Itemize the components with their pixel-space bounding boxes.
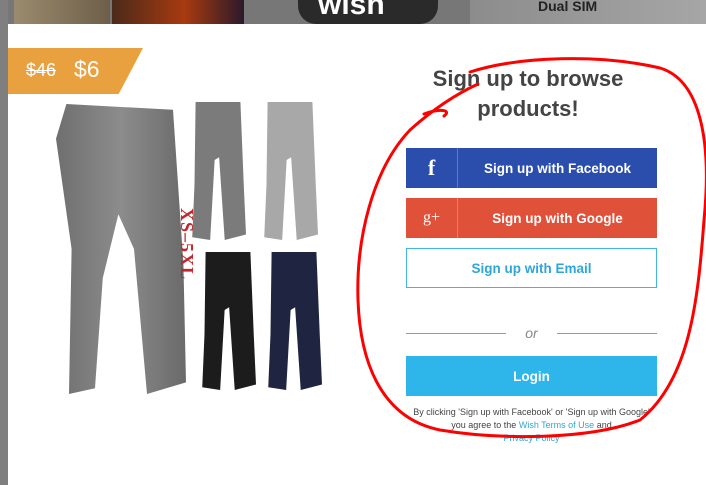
background-banner-wish: wish [298,0,438,24]
pants-light-gray [264,102,318,240]
pants-gray-large [56,104,186,394]
new-price: $6 [74,56,100,82]
signup-panel: Sign up to browse products! f Sign up wi… [398,64,658,443]
signup-google-label: Sign up with Google [492,210,623,226]
privacy-policy-link[interactable]: Privacy Policy [503,433,559,443]
price-tag: $46 $6 [8,48,143,94]
size-range-label: XS–5XL [177,208,197,281]
background-banner-text: Dual SIM [538,0,598,14]
background-page: wish Dual SIM [0,0,706,24]
login-label: Login [513,368,550,384]
old-price: $46 [26,60,57,80]
signup-facebook-label: Sign up with Facebook [483,160,631,176]
signup-email-button[interactable]: Sign up with Email [406,248,657,288]
background-product-image [112,0,244,24]
product-image: XS–5XL [50,98,350,428]
pants-navy [268,252,322,390]
login-button[interactable]: Login [406,356,657,396]
signup-facebook-button[interactable]: f Sign up with Facebook [406,148,657,188]
terms-text: By clicking 'Sign up with Facebook' or '… [413,407,650,443]
pants-black [202,252,256,390]
facebook-icon: f [406,148,458,188]
signup-modal: $46 $6 XS–5XL Sign up to browse products… [8,24,706,485]
pants-gray [192,102,246,240]
background-overlay [0,0,8,485]
terms-of-use-link[interactable]: Wish Terms of Use [519,420,594,430]
background-product-image [14,0,110,24]
signup-google-button[interactable]: g+ Sign up with Google [406,198,657,238]
signup-email-label: Sign up with Email [471,260,592,276]
google-plus-icon: g+ [406,198,458,238]
signup-heading: Sign up to browse products! [432,66,624,121]
or-divider: or [406,325,657,341]
